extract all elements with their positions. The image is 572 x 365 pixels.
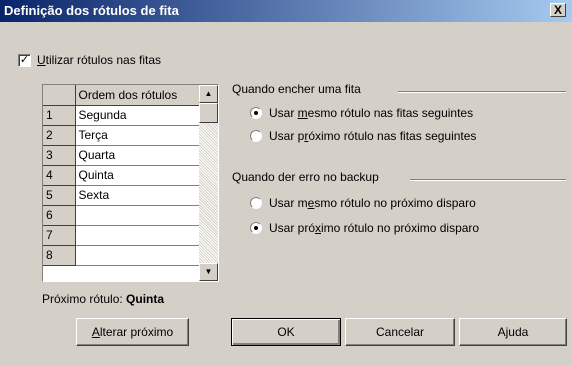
row-number[interactable]: 4 — [43, 165, 76, 186]
tape-full-group-title: Quando encher uma fita — [232, 82, 365, 96]
accelerator-m: m — [297, 106, 308, 120]
radio-label-text: Usar m — [269, 196, 308, 210]
radio-next-label-tapes[interactable]: Usar próximo rótulo nas fitas seguintes — [250, 129, 476, 143]
help-label: Ajuda — [497, 325, 529, 339]
grid-header-row: Ordem dos rótulos — [43, 85, 200, 106]
next-label-value: Quinta — [126, 292, 165, 306]
ok-button[interactable]: OK — [231, 318, 341, 346]
arrow-down-icon: ▼ — [204, 267, 213, 276]
grid-row[interactable]: 2 Terça — [43, 125, 200, 146]
grid-row[interactable]: 7 — [43, 225, 200, 246]
radio-label-text: Usar pró — [269, 221, 316, 235]
radio-button[interactable] — [250, 197, 262, 209]
radio-label-text: Usar — [269, 106, 298, 120]
tape-full-group-divider — [398, 91, 566, 93]
radio-label: Usar próximo rótulo nas fitas seguintes — [269, 129, 476, 143]
checkmark-icon: ✓ — [19, 53, 30, 66]
row-number[interactable]: 5 — [43, 185, 76, 206]
dialog-window: Definição dos rótulos de fita X ✓ Utiliz… — [0, 0, 572, 365]
label-cell[interactable] — [75, 225, 200, 246]
use-labels-label: Utilizar rótulos nas fitas — [37, 53, 161, 67]
grid-column-header[interactable]: Ordem dos rótulos — [75, 85, 200, 106]
grid-row[interactable]: 5 Sexta — [43, 185, 200, 206]
grid-corner-cell — [43, 85, 76, 106]
help-button[interactable]: Ajuda — [459, 318, 567, 346]
label-cell[interactable] — [75, 205, 200, 226]
label-cell[interactable]: Quinta — [75, 165, 200, 186]
change-next-label: lterar próximo — [99, 325, 174, 339]
radio-label: Usar mesmo rótulo nas fitas seguintes — [269, 106, 473, 120]
grid-scrollbar[interactable]: ▲ ▼ — [199, 85, 218, 281]
ok-label: OK — [277, 325, 295, 339]
radio-label: Usar mesmo rótulo no próximo disparo — [269, 196, 476, 210]
grid-row[interactable]: 4 Quinta — [43, 165, 200, 186]
radio-label-text: smo rótulo no próximo disparo — [314, 196, 476, 210]
change-next-button[interactable]: Alterar próximo — [76, 318, 189, 346]
scroll-track[interactable] — [199, 103, 218, 263]
label-cell[interactable]: Quarta — [75, 145, 200, 166]
radio-selected-dot — [254, 226, 258, 230]
radio-label-text: imo rótulo no próximo disparo — [321, 221, 480, 235]
row-number[interactable]: 1 — [43, 105, 76, 126]
next-label-caption: Próximo rótulo: — [42, 292, 123, 306]
radio-same-label-trigger[interactable]: Usar mesmo rótulo no próximo disparo — [250, 196, 476, 210]
label-order-table: Ordem dos rótulos 1 Segunda 2 Terça 3 Qu… — [43, 85, 200, 266]
label-cell[interactable] — [75, 245, 200, 266]
row-number[interactable]: 2 — [43, 125, 76, 146]
radio-label: Usar próximo rótulo no próximo disparo — [269, 221, 479, 235]
next-label-row: Próximo rótulo: Quinta — [42, 292, 164, 306]
window-title: Definição dos rótulos de fita — [4, 3, 179, 18]
grid-row[interactable]: 1 Segunda — [43, 105, 200, 126]
radio-next-label-trigger[interactable]: Usar próximo rótulo no próximo disparo — [250, 221, 479, 235]
backup-error-group-title: Quando der erro no backup — [232, 170, 383, 184]
scroll-down-button[interactable]: ▼ — [199, 263, 218, 281]
grid-row[interactable]: 3 Quarta — [43, 145, 200, 166]
accelerator-u: U — [37, 53, 46, 67]
close-button[interactable]: X — [550, 3, 566, 17]
radio-label-text: Usar p — [269, 129, 305, 143]
accelerator-a: A — [91, 325, 100, 339]
scroll-thumb[interactable] — [199, 103, 218, 123]
radio-label-text: esmo rótulo nas fitas seguintes — [307, 106, 474, 120]
radio-button[interactable] — [250, 107, 262, 119]
row-number[interactable]: 3 — [43, 145, 76, 166]
radio-label-text: óximo rótulo nas fitas seguintes — [308, 129, 477, 143]
scroll-up-button[interactable]: ▲ — [199, 85, 218, 103]
label-cell[interactable]: Terça — [75, 125, 200, 146]
grid-row[interactable]: 6 — [43, 205, 200, 226]
close-icon: X — [553, 3, 562, 17]
label-order-grid[interactable]: Ordem dos rótulos 1 Segunda 2 Terça 3 Qu… — [42, 84, 219, 282]
cancel-label: Cancelar — [375, 325, 425, 339]
row-number[interactable]: 7 — [43, 225, 76, 246]
use-labels-label-text: tilizar rótulos nas fitas — [45, 53, 162, 67]
arrow-up-icon: ▲ — [204, 89, 213, 98]
radio-button[interactable] — [250, 130, 262, 142]
use-labels-checkbox[interactable]: ✓ — [18, 53, 31, 67]
grid-row[interactable]: 8 — [43, 245, 200, 266]
row-number[interactable]: 8 — [43, 245, 76, 266]
radio-selected-dot — [254, 111, 258, 115]
label-cell[interactable]: Segunda — [75, 105, 200, 126]
row-number[interactable]: 6 — [43, 205, 76, 226]
radio-same-label-tapes[interactable]: Usar mesmo rótulo nas fitas seguintes — [250, 106, 473, 120]
backup-error-group-divider — [410, 179, 566, 181]
radio-button[interactable] — [250, 222, 262, 234]
label-cell[interactable]: Sexta — [75, 185, 200, 206]
use-labels-checkbox-row[interactable]: ✓ Utilizar rótulos nas fitas — [18, 52, 161, 68]
cancel-button[interactable]: Cancelar — [345, 318, 455, 346]
title-bar[interactable]: Definição dos rótulos de fita X — [0, 0, 572, 22]
